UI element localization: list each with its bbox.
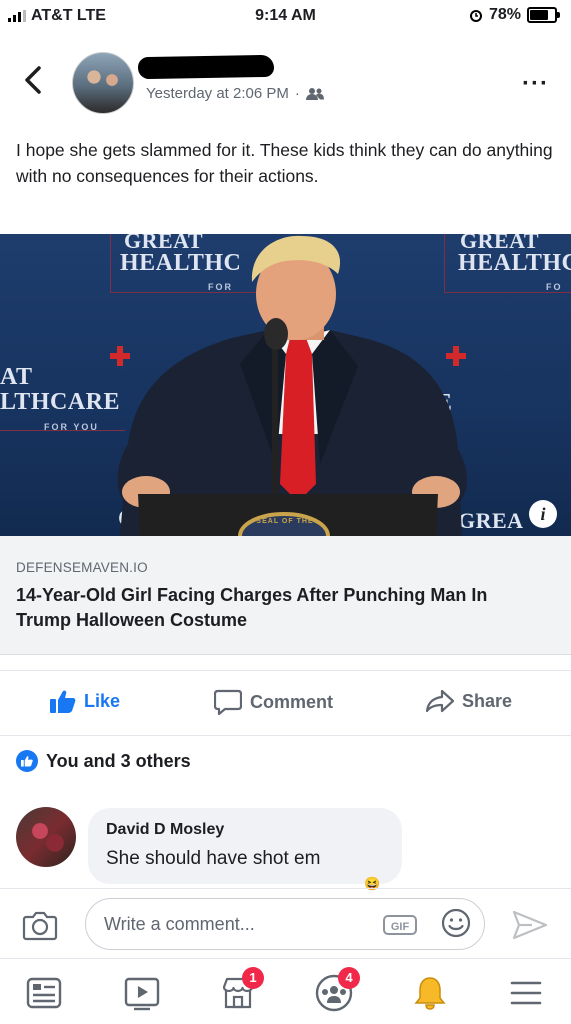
thumbs-up-icon xyxy=(50,690,76,713)
watch-video-icon xyxy=(124,977,160,1011)
link-title[interactable]: 14-Year-Old Girl Facing Charges After Pu… xyxy=(16,583,536,633)
like-reaction-icon xyxy=(16,750,38,772)
camera-icon[interactable] xyxy=(22,907,58,943)
bell-icon xyxy=(414,977,446,1010)
nav-marketplace[interactable]: 1 xyxy=(218,967,264,1013)
post-timestamp[interactable]: Yesterday at 2:06 PM xyxy=(146,85,289,102)
gif-button[interactable]: GIF xyxy=(383,915,417,935)
share-button[interactable]: Share xyxy=(426,689,512,713)
presidential-seal-text: SEAL OF THE xyxy=(256,518,314,525)
more-options-button[interactable]: ··· xyxy=(522,70,549,98)
bottom-navigation: 1 4 xyxy=(0,958,571,1024)
post-meta: Yesterday at 2:06 PM · xyxy=(146,85,324,102)
share-label: Share xyxy=(462,690,513,711)
link-domain: DEFENSEMAVEN.IO xyxy=(16,560,148,575)
marketplace-badge: 1 xyxy=(242,967,264,989)
comment-bubble[interactable]: David D Mosley She should have shot em xyxy=(88,808,402,884)
reactions-count-text: You and 3 others xyxy=(46,750,191,771)
emoji-icon[interactable] xyxy=(440,907,472,939)
news-feed-icon xyxy=(26,977,62,1009)
like-button[interactable]: Like xyxy=(50,689,120,713)
link-caption[interactable]: DEFENSEMAVEN.IO 14-Year-Old Girl Facing … xyxy=(0,536,571,655)
nav-menu[interactable] xyxy=(506,973,546,1013)
comment-bubble-icon xyxy=(214,689,242,715)
share-arrow-icon xyxy=(426,689,454,713)
commenter-avatar[interactable] xyxy=(16,807,76,867)
alarm-icon xyxy=(469,10,482,22)
nav-groups[interactable]: 4 xyxy=(314,967,360,1013)
like-label: Like xyxy=(84,690,121,711)
status-bar: AT&T LTE 9:14 AM 78% xyxy=(0,0,571,34)
link-preview-image[interactable]: GREAT HEALTHC FOR GREAT HEALTHC FO AT LT… xyxy=(0,234,571,536)
meta-separator: · xyxy=(294,85,300,102)
hamburger-menu-icon xyxy=(510,981,542,1005)
reactions-summary[interactable]: You and 3 others xyxy=(16,750,191,772)
comment-label: Comment xyxy=(250,691,334,712)
send-icon[interactable] xyxy=(512,909,548,941)
status-right: 78% xyxy=(469,6,560,24)
ad-info-button[interactable]: i xyxy=(529,500,557,528)
battery-level xyxy=(530,10,549,20)
back-arrow-icon[interactable] xyxy=(18,62,48,98)
friends-icon xyxy=(305,87,324,100)
comment-input[interactable] xyxy=(85,898,485,950)
comment-button[interactable]: Comment xyxy=(214,689,333,715)
battery-icon xyxy=(527,7,560,23)
groups-badge: 4 xyxy=(338,967,360,989)
post-text: I hope she gets slammed for it. These ki… xyxy=(16,140,553,186)
comment-text: She should have shot em xyxy=(106,848,321,869)
nav-news-feed[interactable] xyxy=(24,973,64,1013)
post-actions-bar: Like Comment Share xyxy=(0,670,571,736)
facebook-post-screen: AT&T LTE 9:14 AM 78% Yesterday at 2:06 P… xyxy=(0,0,571,1024)
redacted-author-name xyxy=(137,54,275,80)
comment-author[interactable]: David D Mosley xyxy=(106,821,224,839)
speaker-photo xyxy=(117,235,467,536)
nav-notifications[interactable] xyxy=(410,973,450,1013)
author-avatar[interactable] xyxy=(72,52,134,114)
comment-composer: GIF xyxy=(0,888,571,959)
battery-percent: 78% xyxy=(488,6,521,23)
nav-watch[interactable] xyxy=(122,973,162,1013)
